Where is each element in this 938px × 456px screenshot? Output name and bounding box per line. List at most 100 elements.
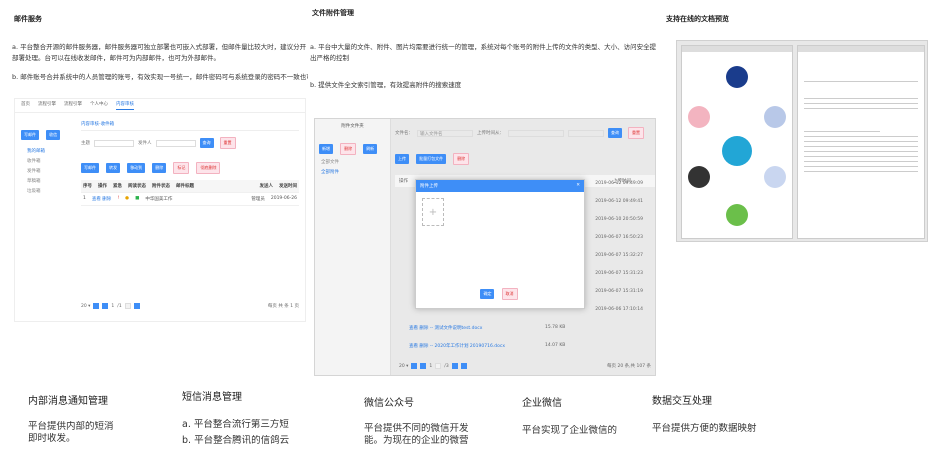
page-size-select[interactable]: 20 ▾ <box>81 304 90 309</box>
forward-button[interactable]: 转发 <box>106 163 121 173</box>
row-actions[interactable]: 查看 删除 <box>92 196 111 202</box>
filename-input[interactable]: 输入文件名 <box>417 129 473 137</box>
sidebar-item-trash[interactable]: 垃圾箱 <box>21 186 77 196</box>
nav-item[interactable]: 流程引擎 <box>38 101 56 110</box>
card-enterprise-wechat: 企业微信 平台实现了企业微信的 <box>522 394 632 437</box>
file-row[interactable]: 查看 删除 -- 2020年工作计划 20190716.docx <box>409 343 505 361</box>
card-text: 平台提供内部的短消 <box>28 421 114 432</box>
folder-title: 附件文件夹 <box>341 124 364 129</box>
mail-pager: 20 ▾ 1 /1 每页 共 条 1 页 <box>81 303 299 309</box>
page-input[interactable] <box>435 363 442 369</box>
folder-add-button[interactable]: 新增 <box>319 144 333 154</box>
receive-button[interactable]: 收信 <box>46 130 61 140</box>
table-row: 2019-06-07 16:50:23 <box>595 235 643 240</box>
write-mail-button[interactable]: 写邮件 <box>81 163 99 173</box>
sidebar-item-drafts[interactable]: 草稿箱 <box>21 176 77 186</box>
reset-button[interactable]: 重置 <box>219 137 236 149</box>
card-title: 企业微信 <box>522 398 562 409</box>
cancel-button[interactable]: 取消 <box>501 288 518 300</box>
card-data-exchange: 数据交互处理 平台提供方便的数据映射 <box>652 392 782 435</box>
sidebar-item-inbox[interactable]: 收件箱 <box>21 156 77 166</box>
page-first-button[interactable] <box>93 303 100 309</box>
move-button[interactable]: 移动到 <box>127 163 146 173</box>
time-to-input[interactable] <box>568 129 604 137</box>
table-row[interactable]: 1 查看 删除 ! ● ■ 中华国美工作 管理员 2019-06-26 <box>81 193 299 206</box>
page-next-button[interactable] <box>124 303 131 309</box>
file-reset-button[interactable]: 重置 <box>628 127 644 139</box>
file-manage-title: 文件附件管理 <box>312 9 354 17</box>
page-prev-button[interactable] <box>420 363 427 369</box>
file-search-button[interactable]: 查询 <box>608 128 622 138</box>
sidebar-item-mailbox[interactable]: 我的邮箱 <box>21 146 77 156</box>
file-delete-button[interactable]: 删除 <box>453 153 470 165</box>
cell: 2019-06-26 <box>270 196 297 201</box>
mail-table: 序号 操作 紧急 阅读状态 附件状态 邮件标题 发送人 发送时间 1 查看 删除… <box>81 180 299 206</box>
nav-item[interactable]: 流程引擎 <box>64 101 82 110</box>
mail-app-screenshot: 首页 流程引擎 流程引擎 个人中心 内容审核 写邮件 收信 我的邮箱 收件箱 发… <box>14 98 306 322</box>
file-row[interactable]: 查看 删除 -- 测试文件说明test.docx <box>409 325 505 343</box>
nav-item-active[interactable]: 内容审核 <box>116 101 134 110</box>
page-next-button[interactable] <box>451 363 458 369</box>
cell: 管理员 <box>251 197 265 202</box>
table-header: 序号 操作 紧急 阅读状态 附件状态 邮件标题 发送人 发送时间 <box>81 180 299 193</box>
file-rows: 查看 删除 -- 测试文件说明test.docx 查看 删除 -- 2020年工… <box>409 325 505 361</box>
sender-input[interactable] <box>155 139 196 147</box>
doc-line <box>804 156 918 157</box>
page-number: 1 <box>111 303 115 309</box>
modal-title: 附件上传 <box>420 184 438 189</box>
doc-page-diagram <box>681 45 793 239</box>
card-text: 平台实现了企业微信的 <box>522 425 618 436</box>
search-button[interactable]: 查询 <box>199 138 214 148</box>
card-title: 微信公众号 <box>364 398 414 409</box>
doc-line <box>804 108 918 109</box>
doc-heading <box>804 62 918 82</box>
page-prev-button[interactable] <box>102 303 109 309</box>
purge-button[interactable]: 彻底删除 <box>196 162 221 174</box>
mail-service-desc-b: b. 邮件账号合并系统中的人员管理的账号，有效实现一号统一，邮件密码可与系统登录… <box>12 73 308 81</box>
node-monitor <box>764 166 786 188</box>
filename-label: 文件名： <box>395 131 413 136</box>
folder-refresh-button[interactable]: 刷新 <box>363 144 378 154</box>
upload-button[interactable]: 上传 <box>395 154 409 164</box>
close-icon[interactable]: ✕ <box>576 183 580 189</box>
page-size-select[interactable]: 20 ▾ <box>399 364 408 369</box>
delete-button[interactable]: 删除 <box>152 163 167 173</box>
folder-delete-button[interactable]: 删除 <box>340 143 357 155</box>
subject-input[interactable] <box>94 139 134 147</box>
doc-line <box>804 171 918 172</box>
nav-item[interactable]: 首页 <box>21 101 30 110</box>
doc-line <box>804 166 918 167</box>
tree-item-all-files[interactable]: 全部文件 <box>315 157 390 167</box>
modal-footer: 确定 取消 <box>416 280 584 300</box>
sidebar-item-sent[interactable]: 发件箱 <box>21 166 77 176</box>
mark-button[interactable]: 标记 <box>173 162 190 174</box>
cell: ! <box>117 196 120 201</box>
node-collaboration <box>688 106 710 128</box>
page-last-button[interactable] <box>133 303 140 309</box>
page-info: 每页 20 条,共 107 条 <box>607 364 651 369</box>
cell: 1 <box>83 196 86 201</box>
time-from-input[interactable] <box>508 129 564 137</box>
tree-item-all-attachments[interactable]: 全部附件 <box>315 167 390 177</box>
page-first-button[interactable] <box>411 363 418 369</box>
page-last-button[interactable] <box>460 363 467 369</box>
upload-add-icon[interactable]: + <box>422 198 444 226</box>
mail-action-bar: 写邮件 转发 移动到 删除 标记 彻底删除 <box>81 154 299 174</box>
modal-header: 附件上传 ✕ <box>416 180 584 192</box>
batch-pack-button[interactable]: 批量打包文件 <box>416 154 447 164</box>
confirm-button[interactable]: 确定 <box>480 289 495 299</box>
file-manage-desc-a: a. 平台中大量的文件、附件、图片均需要进行统一的管理，系统对每个账号的附件上传… <box>310 43 657 62</box>
node-approval <box>688 166 710 188</box>
col-header: 操作 <box>399 179 408 184</box>
nav-item[interactable]: 个人中心 <box>90 101 108 110</box>
mail-tab[interactable]: 内容审核-收件箱 <box>81 121 299 131</box>
compose-button[interactable]: 写邮件 <box>21 130 39 140</box>
col-header: 邮件标题 <box>176 184 194 189</box>
file-size: 15.78 KB <box>545 325 566 330</box>
cell: ■ <box>135 196 140 201</box>
file-sidebar: 附件文件夹 新增 删除 刷新 全部文件 全部附件 <box>315 119 391 375</box>
doc-line <box>804 136 918 137</box>
file-sizes: 15.78 KB 14.07 KB <box>545 325 565 361</box>
card-title: 短信消息管理 <box>182 392 242 403</box>
card-title: 内部消息通知管理 <box>28 396 108 407</box>
